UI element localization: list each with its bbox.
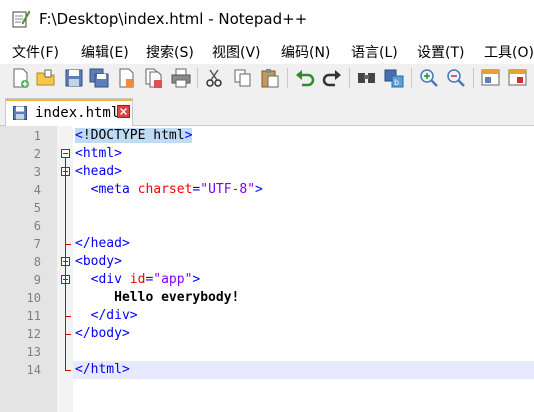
line-code: <body> (75, 254, 122, 269)
active-tab-indicator (6, 99, 132, 101)
line-number: 8 (33, 255, 41, 269)
tab-index-html[interactable]: index.html (5, 98, 133, 126)
menu-settings[interactable]: 设置(T) (417, 42, 464, 62)
code-line[interactable]: 2 <html> (0, 145, 534, 163)
sync-horizontal-icon[interactable] (507, 67, 529, 89)
tab-strip: index.html (0, 92, 534, 126)
save-icon[interactable] (63, 67, 85, 89)
code-line[interactable]: 8 <body> (0, 253, 534, 271)
toolbar: b (0, 64, 534, 92)
toolbar-separator (411, 68, 412, 88)
fold-line (65, 176, 66, 244)
undo-icon[interactable] (294, 67, 316, 89)
fold-end-marker (65, 334, 71, 335)
tab-close-icon[interactable] (117, 105, 130, 118)
code-line[interactable]: 4 <meta charset="UTF-8"> (0, 181, 534, 199)
menu-tools[interactable]: 工具(O) (484, 42, 534, 62)
code-line[interactable]: 7 </head> (0, 235, 534, 253)
code-line[interactable]: 3 <head> (0, 163, 534, 181)
code-line[interactable]: 1 <!DOCTYPE html> (0, 127, 534, 145)
menu-search[interactable]: 搜索(S) (146, 42, 194, 62)
saved-file-icon (13, 106, 27, 120)
menu-language[interactable]: 语言(L) (351, 42, 398, 62)
print-icon[interactable] (170, 67, 192, 89)
fold-end-marker (65, 316, 71, 317)
tab-label: index.html (35, 105, 120, 121)
open-file-icon[interactable] (35, 67, 57, 89)
code-line[interactable]: 10 Hello everybody! (0, 289, 534, 307)
redo-icon[interactable] (321, 67, 343, 89)
line-number: 3 (33, 165, 41, 179)
menu-file[interactable]: 文件(F) (12, 42, 59, 62)
line-code: <html> (75, 146, 122, 161)
line-code: <head> (75, 164, 122, 179)
line-number: 12 (26, 327, 41, 341)
line-code: <!DOCTYPE html> (75, 128, 193, 143)
line-code: </div> (90, 308, 138, 323)
close-icon[interactable] (116, 67, 138, 89)
code-line[interactable]: 11 </div> (0, 307, 534, 325)
line-number: 6 (33, 219, 41, 233)
fold-toggle-icon[interactable] (61, 149, 70, 158)
menu-view[interactable]: 视图(V) (212, 42, 261, 62)
line-number: 2 (33, 147, 41, 161)
toolbar-separator (473, 68, 474, 88)
line-number: 11 (26, 309, 41, 323)
save-all-icon[interactable] (88, 67, 110, 89)
code-line[interactable]: 12 </body> (0, 325, 534, 343)
line-number: 9 (33, 273, 41, 287)
line-code: <div id="app"> (90, 272, 201, 287)
code-line[interactable]: 13 (0, 343, 534, 361)
sync-vertical-icon[interactable] (480, 67, 502, 89)
paste-icon[interactable] (259, 67, 281, 89)
line-number: 1 (33, 129, 41, 143)
editor-area[interactable]: 1 <!DOCTYPE html> 2 <html> 3 <head> 4 <meta ch… (0, 126, 534, 412)
menu-encoding[interactable]: 编码(N) (281, 42, 330, 62)
toolbar-separator (197, 68, 198, 88)
notepad-plus-plus-icon (12, 10, 30, 28)
zoom-in-icon[interactable] (418, 67, 440, 89)
svg-text:b: b (394, 78, 399, 87)
title-bar: F:\Desktop\index.html - Notepad++ (0, 0, 534, 38)
fold-line (65, 284, 66, 316)
fold-end-marker (65, 370, 71, 371)
close-all-icon[interactable] (143, 67, 165, 89)
replace-icon[interactable]: b (383, 67, 405, 89)
toolbar-separator (349, 68, 350, 88)
code-line[interactable]: 9 <div id="app"> (0, 271, 534, 289)
line-code: <meta charset="UTF-8"> (90, 182, 263, 197)
zoom-out-icon[interactable] (445, 67, 467, 89)
toolbar-separator (287, 68, 288, 88)
code-line[interactable]: 6 (0, 217, 534, 235)
menu-bar: 文件(F) 编辑(E) 搜索(S) 视图(V) 编码(N) 语言(L) 设置(T… (0, 38, 534, 64)
line-number: 5 (33, 201, 41, 215)
line-number: 4 (33, 183, 41, 197)
line-code: Hello everybody! (75, 290, 240, 305)
line-number: 7 (33, 237, 41, 251)
line-number: 14 (26, 363, 41, 377)
code-line[interactable]: 14 </html> (0, 361, 534, 379)
line-code: </body> (75, 326, 130, 341)
new-file-icon[interactable] (10, 67, 32, 89)
window-title: F:\Desktop\index.html - Notepad++ (39, 10, 308, 28)
line-number: 10 (26, 291, 41, 305)
menu-edit[interactable]: 编辑(E) (81, 42, 129, 62)
line-number: 13 (26, 345, 41, 359)
find-icon[interactable] (356, 67, 378, 89)
line-code: </head> (75, 236, 130, 251)
copy-icon[interactable] (232, 67, 254, 89)
line-code: </html> (75, 362, 130, 377)
code-line[interactable]: 5 (0, 199, 534, 217)
fold-end-marker (65, 244, 71, 245)
cut-icon[interactable] (204, 67, 226, 89)
